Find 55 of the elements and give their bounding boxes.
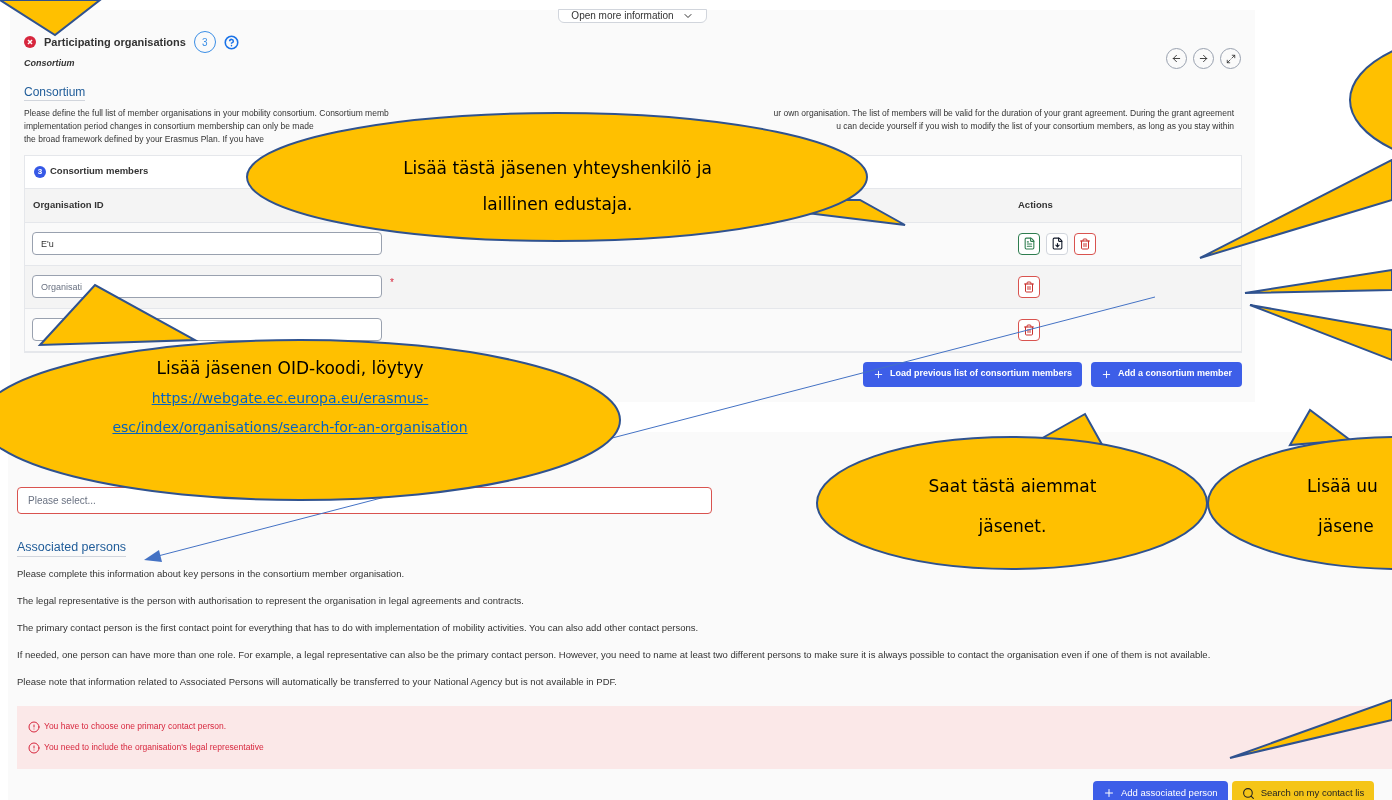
plus-icon [1100,368,1112,380]
required-asterisk: * [390,276,394,290]
description-text: the broad framework defined by your Erasmus Plan. If you have [24,132,264,146]
column-header: Actions [1018,197,1053,212]
section-heading: Associated persons [17,540,127,557]
help-icon [223,34,239,50]
edit-button[interactable] [1018,232,1040,255]
error-icon [24,36,36,48]
link[interactable]: esc/index/organisations/search-for-an-organisation [112,413,468,442]
column-header: Organisation ID [33,198,104,210]
document-icon [1022,237,1036,250]
download-icon [1050,237,1064,250]
arrow-left-icon [1171,53,1182,65]
trash-icon [1023,323,1035,336]
delete-button[interactable] [1018,318,1040,341]
description-text: Please complete this information about key persons in the consortium member organisation. [17,566,406,580]
add-button[interactable]: Add a consortium member [1090,361,1242,387]
description-text: u can decide yourself if you wish to modify the list of your consortium members, as long as you stay within [836,119,1234,133]
trash-icon [1023,280,1035,293]
count-badge: 3 [34,165,46,178]
card-title: Consortium members [50,164,149,179]
description-text: Please note that information related to Associated Persons will automatically be transferred to your National Agency but is not available in PDF. [17,674,618,688]
callout-text: Saat tästä aiemmat jäsenet. [927,475,1098,538]
callout-text: Lisää jäsenen OID-koodi, löytyy [156,357,424,380]
alert-icon [28,720,40,733]
description-text: implementation period changes in consortium membership can only be made [24,119,314,133]
error-message: You need to include the organisation's legal representative [44,741,264,754]
description-text: The legal representative is the person with authorisation to represent the organisation in legal agreements and contracts. [17,593,525,607]
description-text: If needed, one person can have more than one role. For example, a legal representative can also be the primary contact person. However, you need to name at least two different persons to make sure it is always possible to contact the organisation even if one of them is not available. [17,647,1212,661]
plus-icon [872,368,884,380]
description-text: Please define the full list of member organisations in your mobility consortium. Consortium memb [24,106,389,120]
link[interactable]: https://webgate.ec.europa.eu/erasmus- [151,384,429,413]
search-contacts-button[interactable]: Search on my contact lis [1231,780,1375,800]
description-text: The primary contact person is the first contact point for everything that has to do with implementation of mobility activities. You can also add other contact persons. [17,620,700,634]
organisation-id-field[interactable]: Organisati [32,275,382,298]
section-subtitle: Consortium [24,57,75,70]
add-button[interactable]: Add associated person [1093,780,1228,800]
organisation-id-field[interactable]: E'u [32,232,382,255]
plus-icon [1103,787,1115,800]
delete-button[interactable] [1074,232,1096,255]
add-button[interactable]: Load previous list of consortium members [862,361,1082,387]
expand-icon [1225,53,1236,64]
error-message: You have to choose one primary contact person. [44,720,227,734]
callout-text: Lisää tästä jäsenen yhteyshenkilö ja laillinen edustaja. [402,157,713,216]
search-icon [1241,786,1255,800]
trash-icon [1079,237,1091,250]
download-button[interactable] [1046,232,1068,255]
alert-icon [28,741,40,754]
callout-text: Lisää uu jäsene [1306,475,1379,538]
delete-button[interactable] [1018,275,1040,298]
open-more-information-button[interactable]: Open more information [558,9,707,23]
section-title: Participating organisations [44,34,186,50]
arrow-right-icon [1198,53,1209,65]
description-text: ur own organisation. The list of members will be valid for the duration of your grant agreement. During the grant agreement [773,106,1234,120]
section-heading: Consortium [24,84,86,101]
